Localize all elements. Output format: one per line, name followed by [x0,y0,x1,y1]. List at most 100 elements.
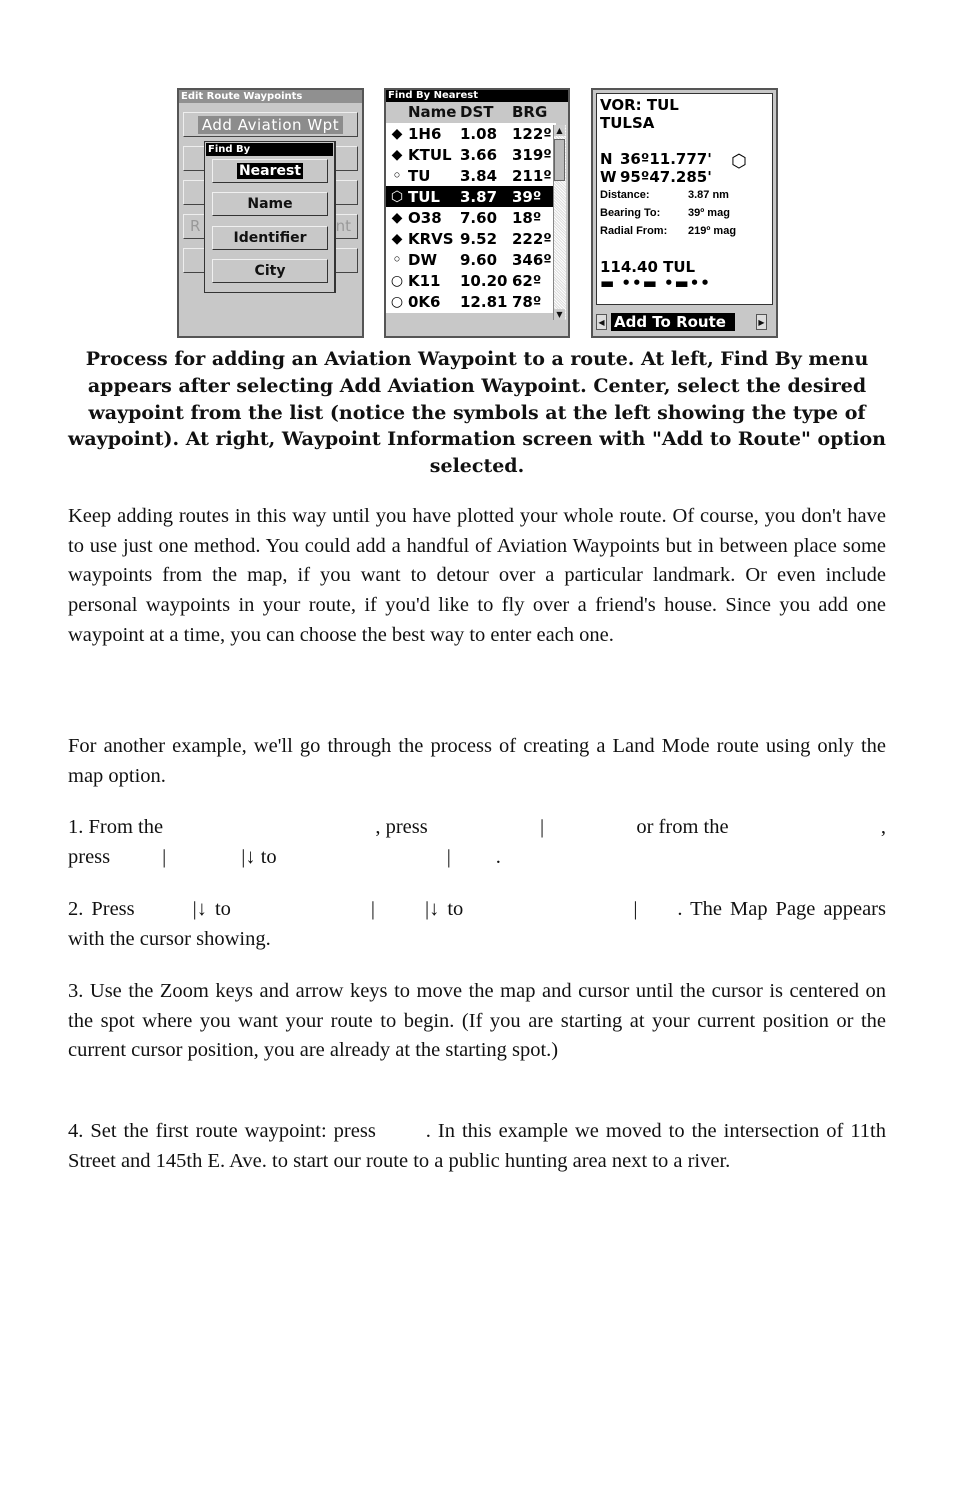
text: or from the [636,816,729,838]
waypoint-bearing: 62º [512,271,542,290]
ghost-label: R [190,217,201,235]
find-by-nearest-option[interactable]: Nearest [212,159,328,183]
airport-icon: ◆ [391,209,403,226]
step-2: 2. Press |↓ to | |↓ to |. The Map Page appea… [68,895,886,954]
waypoint-name: TUL [408,187,440,206]
waypoint-list-item[interactable]: ◆ KTUL 3.66 319º [386,144,556,165]
scrollbar-thumb[interactable] [554,139,565,181]
lon-hemisphere: W [600,168,617,186]
step-4: 4. Set the first route waypoint: press. … [68,1117,886,1176]
scroll-up-icon[interactable]: ▲ [554,125,565,136]
column-header-name: Name [408,103,457,121]
waypoint-name: K11 [408,271,441,290]
screen-title: Edit Route Waypoints [179,90,362,103]
waypoint-distance: 10.20 [460,271,508,290]
waypoint-info-panel: VOR: TUL TULSA N 36º11.777' W 95º47.285' D… [596,93,773,305]
waypoint-distance: 1.08 [460,124,498,143]
field-value: 39º mag [688,207,730,219]
find-by-name-option[interactable]: Name [212,192,328,216]
lon-value: 95º47.285' [620,168,712,186]
waypoint-list-item[interactable]: ○ K11 10.20 62º [386,270,556,291]
screen-title: Find By Nearest [386,90,568,102]
field-label: Distance: [600,189,650,201]
airport-icon: ◆ [391,230,403,247]
waypoint-type: VOR: TUL [600,96,679,114]
waypoint-list-item[interactable]: ○ 0K6 12.81 78º [386,291,556,312]
waypoint-list-item[interactable]: ◆ 1H6 1.08 122º [386,123,556,144]
field-label: Radial From: [600,225,668,237]
column-header-brg: BRG [512,103,548,121]
waypoint-name: 1H6 [408,124,442,143]
edit-route-waypoints-screen: Edit Route Waypoints Add Aviation Wpt R … [177,88,364,338]
waypoint-name: TU [408,166,431,185]
waypoint-list-item[interactable]: ◆ O38 7.60 18º [386,207,556,228]
figure-screenshots: Edit Route Waypoints Add Aviation Wpt R … [177,88,778,340]
column-header-dst: DST [460,103,494,121]
waypoint-list-item[interactable]: ◆ KRVS 9.52 222º [386,228,556,249]
waypoint-name: KRVS [408,229,454,248]
ghost-label: nt [335,217,351,235]
waypoint-bearing: 319º [512,145,552,164]
scroll-down-icon[interactable]: ▼ [554,309,565,320]
find-by-identifier-option[interactable]: Identifier [212,226,328,250]
waypoint-distance: 3.84 [460,166,498,185]
paragraph: Keep adding routes in this way until you… [68,505,886,646]
add-aviation-wpt-button[interactable]: Add Aviation Wpt [183,112,358,137]
lat-hemisphere: N [600,150,613,168]
text: . [495,845,501,868]
find-by-city-option[interactable]: City [212,259,328,283]
text: 4. Set the first route waypoint: press [68,1120,376,1142]
private-airport-icon: ○ [390,293,404,310]
waypoint-name: DW [408,250,437,269]
text: | [633,898,638,920]
waypoint-name: 0K6 [408,292,441,311]
waypoint-bearing: 78º [512,292,542,311]
arrow-left-icon[interactable]: ◀ [596,314,607,330]
text: 2. Press [68,898,135,920]
find-by-menu: Find By Nearest Name Identifier City [204,141,336,293]
text: . The Map Page appears with the cursor s… [68,898,886,950]
text: 1. From the [68,816,164,838]
arrow-right-icon[interactable]: ▶ [756,314,767,330]
radial-row: Radial From: 219º mag [600,222,769,240]
step-1: 1. From the , press | or from the , pres… [68,813,886,872]
waypoint-name: TULSA [600,114,655,132]
waypoint-name: KTUL [408,145,452,164]
waypoint-bearing: 39º [512,187,542,206]
text: | [446,845,451,868]
find-by-nearest-screen: Find By Nearest Name DST BRG ◆ 1H6 1.08 122… [384,88,570,338]
waypoint-list: ◆ 1H6 1.08 122º ◆ KTUL 3.66 319º ◦ TU 3.84 211º ⬡ TUL… [386,123,556,313]
waypoint-bearing: 346º [512,250,552,269]
paragraph: For another example, we'll go through th… [68,735,886,787]
airport-icon: ◆ [391,146,403,163]
field-label: Bearing To: [600,207,661,219]
text: , [880,816,886,838]
list-scrollbar[interactable]: ▲ ▼ [553,125,566,320]
text: , press [375,816,428,838]
text: |↓ to [425,898,464,920]
text: | [370,898,376,920]
text: | [162,845,167,868]
distance-row: Distance: 3.87 nm [600,186,769,204]
option-selector[interactable]: ◀ Add To Route ▶ [596,312,773,332]
text: |↓ to [241,845,277,868]
waypoint-distance: 3.66 [460,145,498,164]
waypoint-name: O38 [408,208,442,227]
waypoint-distance: 12.81 [460,292,508,311]
field-value: 3.87 nm [688,189,729,201]
text: |↓ to [192,898,231,920]
waypoint-distance: 9.52 [460,229,498,248]
waypoint-list-item[interactable]: ◦ TU 3.84 211º [386,165,556,186]
button-label: Add Aviation Wpt [197,115,344,134]
waypoint-list-item[interactable]: ◦ DW 9.60 346º [386,249,556,270]
text: press [68,845,111,868]
vor-icon: ⬡ [731,151,747,172]
waypoint-distance: 3.87 [460,187,498,206]
lat-value: 36º11.777' [620,150,712,168]
add-to-route-option[interactable]: Add To Route [611,313,735,331]
figure-caption: Process for adding an Aviation Waypoint … [68,348,886,478]
waypoint-distance: 7.60 [460,208,498,227]
waypoint-bearing: 211º [512,166,552,185]
waypoint-list-item[interactable]: ⬡ TUL 3.87 39º [386,186,556,207]
option-label: Nearest [236,163,304,179]
